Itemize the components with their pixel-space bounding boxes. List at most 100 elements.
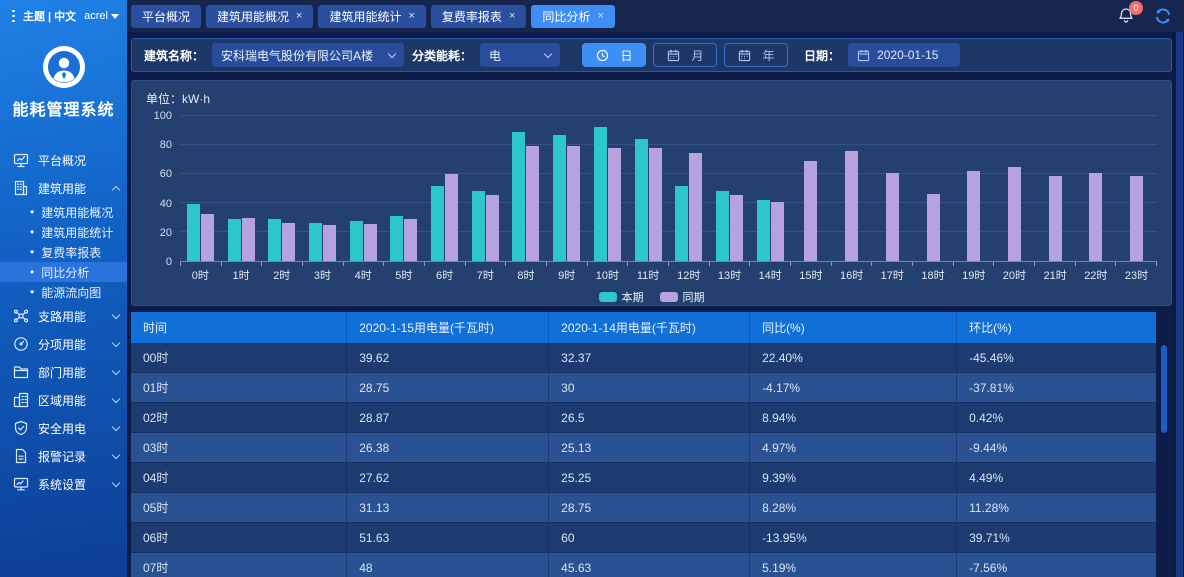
bar-本期[interactable] bbox=[472, 191, 485, 261]
period-button-月[interactable]: 月 bbox=[653, 43, 717, 67]
sidebar-item-safe-electricity[interactable]: 安全用电 bbox=[0, 414, 127, 442]
bar-同期[interactable] bbox=[364, 224, 377, 261]
user-menu[interactable]: acrel bbox=[84, 10, 119, 22]
energy-type-select[interactable]: 电 bbox=[480, 43, 560, 67]
period-button-label: 年 bbox=[763, 47, 775, 64]
bar-同期[interactable] bbox=[967, 171, 980, 261]
sidebar-item-department-energy[interactable]: 部门用能 bbox=[0, 358, 127, 386]
tab-同比分析[interactable]: 同比分析× bbox=[531, 5, 614, 28]
bar-同期[interactable] bbox=[771, 202, 784, 261]
table-cell: 60 bbox=[548, 523, 749, 552]
notifications-button[interactable]: 0 bbox=[1115, 5, 1137, 27]
table-scrollbar-thumb[interactable] bbox=[1161, 345, 1167, 433]
tab-建筑用能统计[interactable]: 建筑用能统计× bbox=[318, 5, 425, 28]
bar-本期[interactable] bbox=[635, 139, 648, 261]
table-row[interactable]: 04时27.6225.259.39%4.49% bbox=[131, 463, 1156, 493]
bar-同期[interactable] bbox=[689, 153, 702, 261]
hamburger-menu-icon[interactable] bbox=[12, 7, 15, 25]
table-row[interactable]: 07时4845.635.19%-7.56% bbox=[131, 553, 1156, 577]
bar-同期[interactable] bbox=[927, 194, 940, 261]
sidebar-item-region-energy[interactable]: 区域用能 bbox=[0, 386, 127, 414]
table-row[interactable]: 02时28.8726.58.94%0.42% bbox=[131, 403, 1156, 433]
bar-本期[interactable] bbox=[716, 191, 729, 261]
bar-同期[interactable] bbox=[282, 223, 295, 261]
sidebar-item-subitem-energy[interactable]: 分项用能 bbox=[0, 330, 127, 358]
bar-本期[interactable] bbox=[553, 135, 566, 261]
sidebar-item-system-settings[interactable]: 系统设置 bbox=[0, 470, 127, 498]
bar-本期[interactable] bbox=[309, 223, 322, 261]
sidebar-item-platform-overview[interactable]: 平台概况 bbox=[0, 146, 127, 174]
tab-close-icon[interactable]: × bbox=[296, 11, 302, 22]
bar-同期[interactable] bbox=[567, 146, 580, 261]
sidebar-item-building-energy[interactable]: 建筑用能 bbox=[0, 174, 127, 202]
bar-同期[interactable] bbox=[1089, 173, 1102, 261]
theme-language-label[interactable]: 主题 | 中文 bbox=[23, 8, 76, 24]
bar-同期[interactable] bbox=[323, 225, 336, 261]
bar-同期[interactable] bbox=[404, 219, 417, 261]
alarm-log-icon bbox=[13, 448, 29, 464]
bar-同期[interactable] bbox=[526, 146, 539, 261]
region-icon bbox=[13, 392, 29, 408]
bar-同期[interactable] bbox=[608, 148, 621, 261]
bar-同期[interactable] bbox=[886, 173, 899, 261]
bar-同期[interactable] bbox=[1049, 176, 1062, 261]
tab-复费率报表[interactable]: 复费率报表× bbox=[431, 5, 526, 28]
table-cell: 07时 bbox=[131, 553, 346, 577]
bar-同期[interactable] bbox=[242, 218, 255, 262]
bar-同期[interactable] bbox=[845, 151, 858, 261]
building-select[interactable]: 安科瑞电气股份有限公司A楼 bbox=[212, 43, 404, 67]
table-row[interactable]: 06时51.6360-13.95%39.71% bbox=[131, 523, 1156, 553]
sidebar-subitem-building-energy-stats[interactable]: •建筑用能统计 bbox=[0, 222, 127, 242]
table-cell: 39.62 bbox=[346, 343, 548, 372]
bar-同期[interactable] bbox=[486, 195, 499, 261]
bar-同期[interactable] bbox=[649, 148, 662, 261]
bar-本期[interactable] bbox=[390, 216, 403, 261]
bar-本期[interactable] bbox=[350, 221, 363, 261]
sidebar-subitem-building-energy-overview[interactable]: •建筑用能概况 bbox=[0, 202, 127, 222]
bar-本期[interactable] bbox=[228, 219, 241, 261]
bar-同期[interactable] bbox=[1008, 167, 1021, 261]
table-header-cell: 时间 bbox=[131, 312, 346, 343]
period-button-年[interactable]: 年 bbox=[724, 43, 788, 67]
sidebar-item-branch-energy[interactable]: 支路用能 bbox=[0, 302, 127, 330]
tab-close-icon[interactable]: × bbox=[408, 11, 414, 22]
bar-本期[interactable] bbox=[512, 132, 525, 261]
sidebar-item-alarm-records[interactable]: 报警记录 bbox=[0, 442, 127, 470]
page-scrollbar[interactable] bbox=[1172, 32, 1184, 577]
refresh-button[interactable] bbox=[1152, 5, 1174, 27]
bar-本期[interactable] bbox=[268, 219, 281, 261]
legend-item-同期[interactable]: 同期 bbox=[660, 289, 705, 305]
chevron-down-icon bbox=[112, 478, 120, 486]
legend-item-本期[interactable]: 本期 bbox=[599, 289, 644, 305]
bar-本期[interactable] bbox=[675, 186, 688, 261]
table-row[interactable]: 01时28.7530-4.17%-37.81% bbox=[131, 373, 1156, 403]
bar-本期[interactable] bbox=[187, 204, 200, 261]
period-button-日[interactable]: 日 bbox=[582, 43, 646, 67]
tab-close-icon[interactable]: × bbox=[597, 11, 603, 22]
sidebar-subitem-tariff-report[interactable]: •复费率报表 bbox=[0, 242, 127, 262]
shield-icon bbox=[13, 420, 29, 436]
bar-本期[interactable] bbox=[757, 200, 770, 261]
table-row[interactable]: 00时39.6232.3722.40%-45.46% bbox=[131, 343, 1156, 373]
sidebar-subitem-yoy-analysis[interactable]: •同比分析 bbox=[0, 262, 127, 282]
tab-平台概况[interactable]: 平台概况 bbox=[131, 5, 201, 28]
x-tick-label: 16时 bbox=[831, 267, 872, 283]
tab-close-icon[interactable]: × bbox=[509, 11, 515, 22]
bar-本期[interactable] bbox=[594, 127, 607, 261]
tab-建筑用能概况[interactable]: 建筑用能概况× bbox=[206, 5, 313, 28]
page-scrollbar-thumb[interactable] bbox=[1176, 32, 1183, 577]
bar-同期[interactable] bbox=[804, 161, 817, 261]
bullet-icon: • bbox=[30, 266, 34, 278]
bar-同期[interactable] bbox=[730, 195, 743, 261]
table-row[interactable]: 05时31.1328.758.28%11.28% bbox=[131, 493, 1156, 523]
sidebar-subitem-energy-flow-diagram[interactable]: •能源流向图 bbox=[0, 282, 127, 302]
bar-group-23时 bbox=[1116, 116, 1157, 261]
date-picker[interactable]: 2020-01-15 bbox=[848, 43, 960, 67]
bar-本期[interactable] bbox=[431, 186, 444, 261]
bar-同期[interactable] bbox=[1130, 176, 1143, 261]
notification-badge: 0 bbox=[1129, 1, 1143, 15]
table-cell: 28.75 bbox=[548, 493, 749, 522]
bar-同期[interactable] bbox=[445, 174, 458, 261]
bar-同期[interactable] bbox=[201, 214, 214, 261]
table-row[interactable]: 03时26.3825.134.97%-9.44% bbox=[131, 433, 1156, 463]
